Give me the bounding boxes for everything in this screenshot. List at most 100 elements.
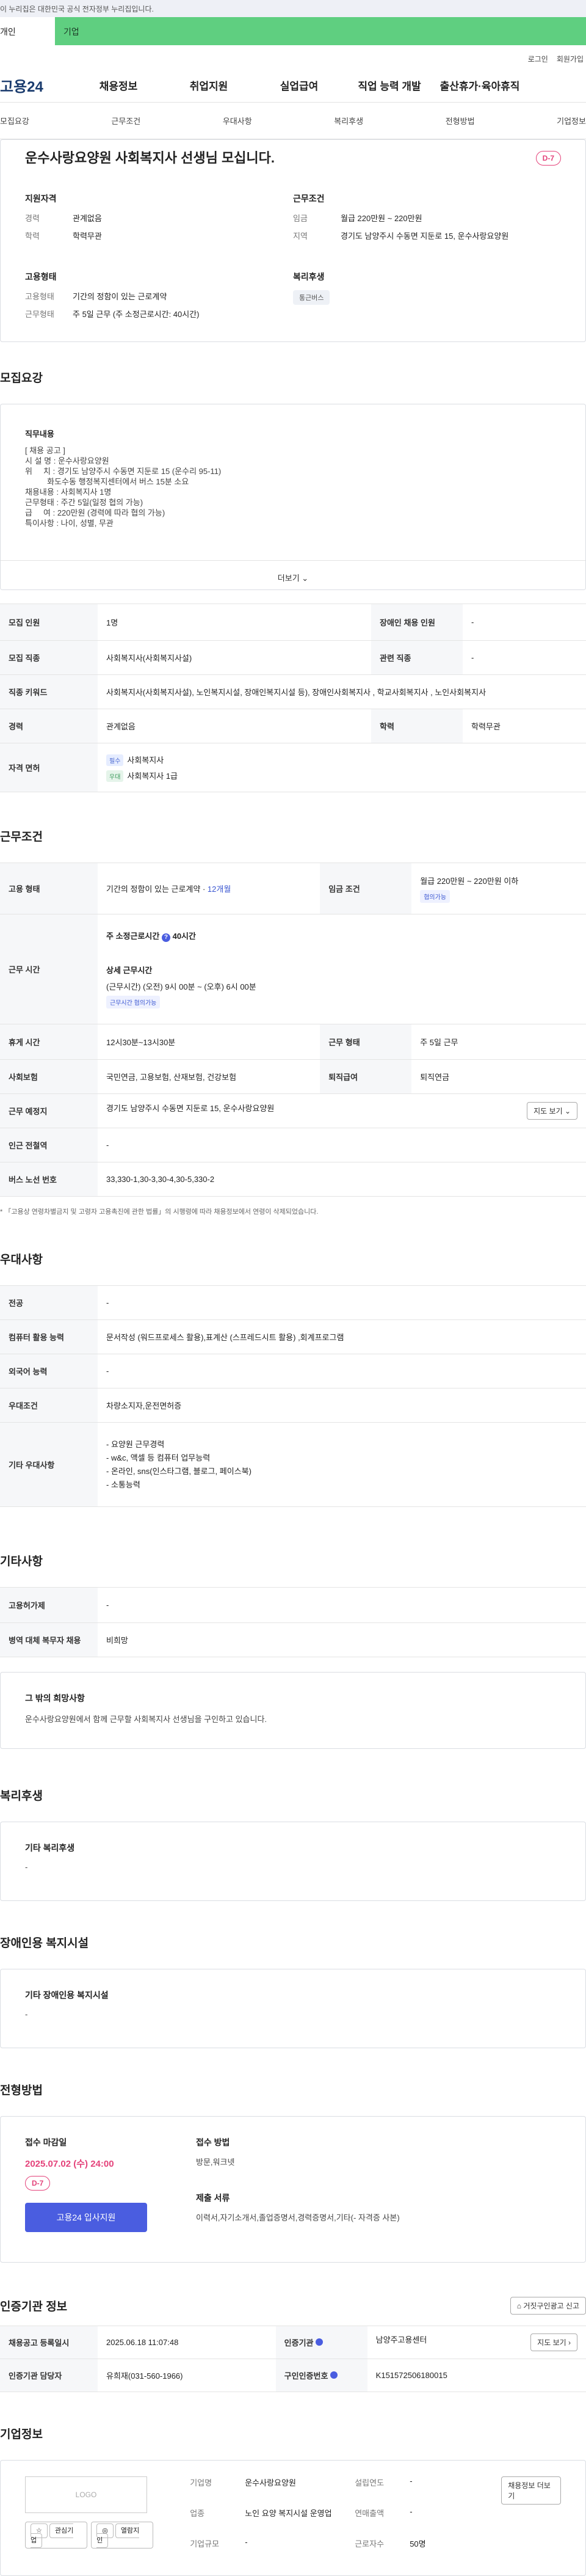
info-icon[interactable]: ? bbox=[161, 933, 170, 942]
user-type-tabs: 개인 기업 bbox=[0, 17, 586, 45]
hours-key: 근무 시간 bbox=[0, 914, 98, 1024]
org-key: 인증기관 bbox=[275, 2326, 367, 2359]
sales-value: - bbox=[410, 2507, 413, 2516]
pref-table: 전공 - 컴퓨터 활용 능력 문서작성 (워드프로세스 활용),표계산 (스프레드시… bbox=[0, 1285, 586, 1507]
company-jobs-button[interactable]: 채용정보 더보기 bbox=[501, 2476, 561, 2505]
job-description-lines: [ 채용 공고 ] 시 설 명 : 운수사랑요양원 위 치 : 경기도 남양주시… bbox=[25, 445, 561, 528]
anchor-company[interactable]: 기업정보 bbox=[557, 115, 586, 126]
favorite-button[interactable]: ☆ 관심기업 bbox=[25, 2522, 88, 2549]
recruit-table: 모집 인원 1명 장애인 채용 인원 - 모집 직종 사회복지사(사회복지사설) 관련 직… bbox=[0, 604, 586, 792]
house-icon: ⌂ bbox=[516, 2302, 521, 2310]
age-note: * 「고용상 연령차별금지 및 고령자 고용촉진에 관한 법률」의 시행령에 따… bbox=[0, 1208, 319, 1216]
list-item: - 소통능력 bbox=[106, 1480, 140, 1489]
anchor-pref[interactable]: 우대사항 bbox=[223, 115, 252, 126]
more-label: 더보기 bbox=[277, 574, 300, 583]
cert-no-value: K151572506180015 bbox=[367, 2359, 586, 2392]
gov-banner-text: 이 누리집은 대한민국 공식 전자정부 누리집입니다. bbox=[0, 5, 154, 13]
report-button-label: 거짓구인광고 신고 bbox=[523, 2302, 579, 2310]
info-icon[interactable] bbox=[330, 2371, 338, 2379]
gnb-item-leave[interactable]: 출산휴가·육아휴직 bbox=[435, 78, 525, 93]
job-key: 모집 직종 bbox=[0, 640, 98, 675]
welfare-value: - bbox=[25, 1863, 28, 1872]
keyword-key: 직종 키워드 bbox=[0, 674, 98, 709]
count-value: 1명 bbox=[98, 604, 371, 641]
military-value: 비희망 bbox=[98, 1622, 586, 1657]
company-card: LOGO ☆ 관심기업 ◎ 열람지인 기업명 운수사랑요양원 설립연도 - 업종 노인… bbox=[0, 2460, 586, 2576]
major-value: - bbox=[98, 1285, 586, 1320]
place-value: 경기도 남양주시 수동면 지둔로 15, 운수사랑요양원 지도 보기 ⌄ bbox=[98, 1093, 586, 1128]
chevron-down-icon: ⌄ bbox=[564, 1107, 571, 1115]
emptype-key: 고용형태 bbox=[25, 292, 54, 301]
desc-line: [ 채용 공고 ] bbox=[25, 446, 65, 455]
location-value: 경기도 남양주시 수동면 지둔로 15, 운수사랑요양원 bbox=[341, 232, 509, 241]
reg-value: 2025.06.18 11:07:48 bbox=[98, 2326, 276, 2359]
anchor-welfare[interactable]: 복리후생 bbox=[334, 115, 363, 126]
disabled-sub: 기타 장애인용 복지시설 bbox=[25, 1990, 109, 2000]
map-button[interactable]: 지도 보기 ⌄ bbox=[527, 1102, 577, 1120]
place-key: 근무 예정지 bbox=[0, 1093, 98, 1128]
agency-map-button[interactable]: 지도 보기 › bbox=[530, 2333, 577, 2351]
edu-key: 학력 bbox=[25, 232, 40, 241]
section-title-pref: 우대사항 bbox=[0, 1253, 43, 1266]
signup-link[interactable]: 회원가입 bbox=[557, 54, 584, 68]
agency-table: 채용공고 등록일시 2025.06.18 11:07:48 인증기관 남양주고용센터… bbox=[0, 2326, 586, 2392]
section-title-other: 기타사항 bbox=[0, 1555, 43, 1568]
disabled-value: - bbox=[462, 604, 586, 641]
anchor-process[interactable]: 전형방법 bbox=[446, 115, 475, 126]
global-nav: 고용24 채용정보 취업지원 실업급여 직업 능력 개발 출산휴가·육아휴직 bbox=[0, 68, 586, 103]
license-key: 자격 면허 bbox=[0, 743, 98, 792]
company-name-key: 기업명 bbox=[190, 2478, 212, 2487]
agency-header: 인증기관 정보 ⌂ 거짓구인광고 신고 bbox=[0, 2263, 586, 2326]
gnb-item-jobs[interactable]: 채용정보 bbox=[73, 78, 164, 93]
negotiable-chip: 협의가능 bbox=[420, 889, 450, 903]
tab-personal[interactable]: 개인 bbox=[0, 17, 55, 45]
site-logo[interactable]: 고용24 bbox=[0, 75, 73, 96]
reg-key: 채용공고 등록일시 bbox=[0, 2326, 98, 2359]
process-card: 접수 마감일 2025.07.02 (수) 24:00 D-7 고용24 입사지… bbox=[0, 2116, 586, 2263]
section-title-work: 근무조건 bbox=[0, 831, 43, 844]
company-info: 기업명 운수사랑요양원 설립연도 - 업종 노인 요양 복지시설 운영업 연매출액 - … bbox=[153, 2476, 501, 2560]
condition-label: 근무조건 bbox=[293, 194, 325, 203]
gov-banner: 이 누리집은 대한민국 공식 전자정부 누리집입니다. bbox=[0, 0, 586, 17]
emptype-text: 기간의 정함이 있는 근로계약 · bbox=[106, 885, 208, 894]
hours-total-label: 주 소정근로시간 bbox=[106, 932, 160, 941]
cert-no-key-text: 구인인증번호 bbox=[284, 2371, 328, 2381]
section-title-company: 기업정보 bbox=[0, 2428, 43, 2441]
manager-key: 인증기관 담당자 bbox=[0, 2359, 98, 2392]
industry-key: 업종 bbox=[190, 2509, 205, 2518]
work-table: 고용 형태 기간의 정함이 있는 근로계약 · 12개월 임금 조건 월급 220만원… bbox=[0, 863, 586, 1197]
map-button-label: 지도 보기 bbox=[534, 1107, 563, 1115]
station-key: 인근 전철역 bbox=[0, 1128, 98, 1162]
anchor-recruit[interactable]: 모집요강 bbox=[0, 115, 29, 126]
other-table: 고용허가제 - 병역 대체 복무자 채용 비희망 bbox=[0, 1587, 586, 1657]
company-name-value: 운수사랑요양원 bbox=[245, 2478, 296, 2487]
insurance-key: 사회보험 bbox=[0, 1059, 98, 1094]
gnb-item-support[interactable]: 취업지원 bbox=[164, 78, 254, 93]
welfare-card: 기타 복리후생 - bbox=[0, 1822, 586, 1901]
pref-cond-key: 우대조건 bbox=[0, 1388, 98, 1423]
gnb-item-training[interactable]: 직업 능력 개발 bbox=[344, 78, 435, 93]
job-value: 사회복지사(사회복지사설) bbox=[98, 640, 371, 675]
disabled-key: 장애인 채용 인원 bbox=[371, 604, 463, 641]
etc-pref-value: - 요양원 근무경력 - w&c, 액셀 등 컴퓨터 업무능력 - 온라인, s… bbox=[98, 1422, 586, 1507]
anchor-work[interactable]: 근무조건 bbox=[111, 115, 140, 126]
company-logo: LOGO bbox=[25, 2476, 147, 2513]
hours-total-value: 40시간 bbox=[172, 932, 196, 941]
more-button[interactable]: 더보기 ⌄ bbox=[1, 560, 585, 589]
login-link[interactable]: 로그인 bbox=[528, 54, 548, 68]
location-key: 지역 bbox=[293, 232, 308, 241]
utility-menu: 로그인 회원가입 bbox=[0, 45, 586, 68]
tab-company[interactable]: 기업 bbox=[55, 17, 586, 45]
follow-button[interactable]: ◎ 열람지인 bbox=[91, 2522, 154, 2549]
job-description-heading: 직무내용 bbox=[25, 429, 54, 439]
gnb-item-unemployment[interactable]: 실업급여 bbox=[254, 78, 344, 93]
apply-button[interactable]: 고용24 입사지원 bbox=[25, 2203, 147, 2232]
desc-line: 근무형태 : 주간 5일(일정 협의 가능) bbox=[25, 498, 143, 507]
employment-block: 고용형태 고용형태 기간의 정함이 있는 근로계약 근무형태 주 5일 근무 (주 … bbox=[25, 271, 293, 326]
retire-key: 퇴직급여 bbox=[320, 1059, 412, 1094]
info-icon[interactable] bbox=[316, 2338, 324, 2346]
count-key: 모집 인원 bbox=[0, 604, 98, 641]
disabled-value: - bbox=[25, 2010, 28, 2019]
edu-value: 학력무관 bbox=[73, 232, 102, 241]
report-button[interactable]: ⌂ 거짓구인광고 신고 bbox=[510, 2297, 586, 2315]
